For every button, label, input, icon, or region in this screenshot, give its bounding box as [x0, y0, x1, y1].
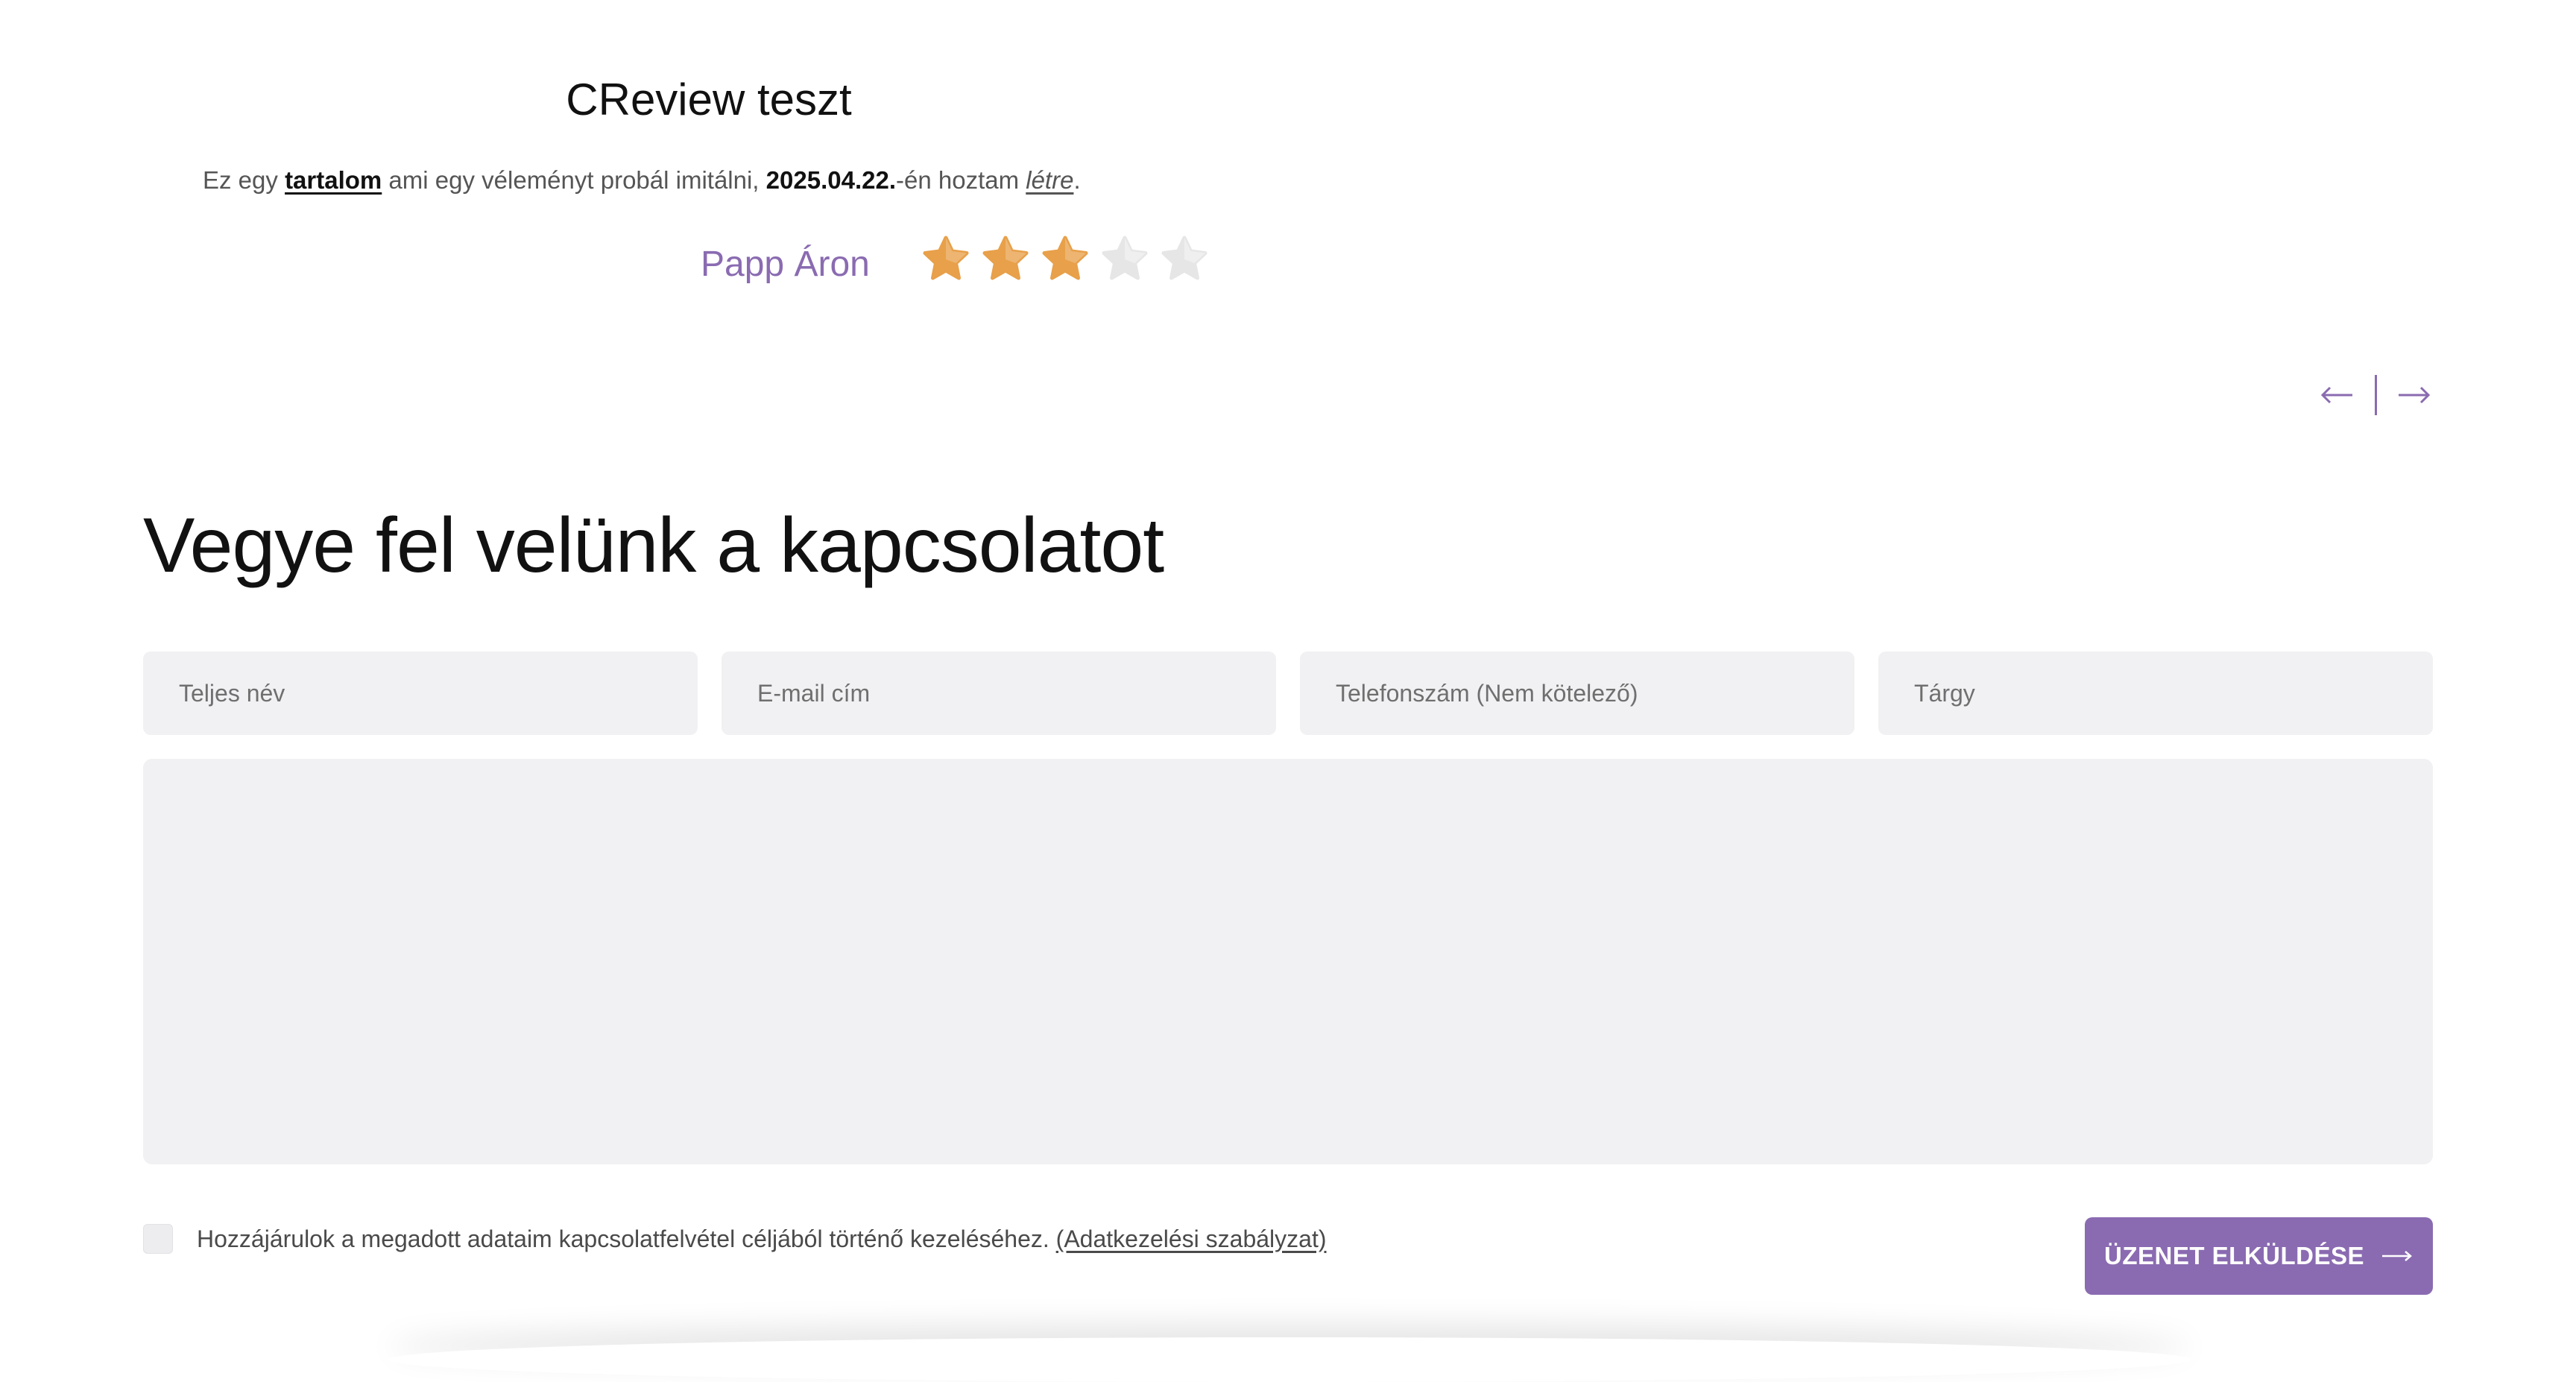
- review-text-part: ami egy véleményt probál imitálni,: [382, 166, 766, 194]
- review-title: CReview teszt: [566, 75, 852, 124]
- email-input[interactable]: [722, 651, 1276, 735]
- consent-row: Hozzájárulok a megadott adataim kapcsola…: [143, 1224, 1326, 1254]
- message-textarea[interactable]: [143, 759, 2433, 1164]
- arrow-right-icon: [2382, 1251, 2412, 1261]
- contact-fields: [143, 651, 2433, 735]
- star-empty-icon: [1102, 236, 1148, 280]
- consent-checkbox[interactable]: [143, 1224, 173, 1254]
- submit-label: ÜZENET ELKÜLDÉSE: [2103, 1242, 2365, 1269]
- content-link[interactable]: tartalom: [285, 166, 382, 194]
- star-filled-icon: [923, 236, 969, 280]
- star-empty-icon: [1161, 236, 1208, 280]
- created-link[interactable]: létre: [1026, 166, 1073, 194]
- nav-divider: [2374, 375, 2377, 415]
- footer-shadow: [388, 1337, 2191, 1382]
- full-name-input[interactable]: [143, 651, 698, 735]
- review-date: 2025.04.22.: [765, 166, 896, 194]
- contact-heading: Vegye fel velünk a kapcsolatot: [143, 502, 1164, 589]
- review-author: Papp Áron: [701, 244, 870, 284]
- subject-input[interactable]: [1878, 651, 2433, 735]
- arrow-right-icon[interactable]: [2396, 380, 2431, 410]
- review-card: CReview teszt Ez egy tartalom ami egy vé…: [0, 0, 1418, 328]
- review-text-part: .: [1073, 166, 1081, 194]
- arrow-left-icon[interactable]: [2320, 380, 2355, 410]
- phone-input[interactable]: [1300, 651, 1854, 735]
- review-text-part: Ez egy: [203, 166, 285, 194]
- review-body: Ez egy tartalom ami egy véleményt probál…: [203, 163, 1081, 198]
- star-filled-icon: [1042, 236, 1088, 280]
- slider-nav: [2320, 373, 2431, 417]
- star-filled-icon: [982, 236, 1029, 280]
- consent-label: Hozzájárulok a megadott adataim kapcsola…: [197, 1225, 1326, 1253]
- consent-text: Hozzájárulok a megadott adataim kapcsola…: [197, 1225, 1049, 1252]
- star-rating: [921, 235, 1209, 284]
- submit-button[interactable]: ÜZENET ELKÜLDÉSE: [2085, 1217, 2433, 1295]
- review-text-part: -én hoztam: [896, 166, 1026, 194]
- privacy-policy-link[interactable]: (Adatkezelési szabályzat): [1056, 1225, 1327, 1252]
